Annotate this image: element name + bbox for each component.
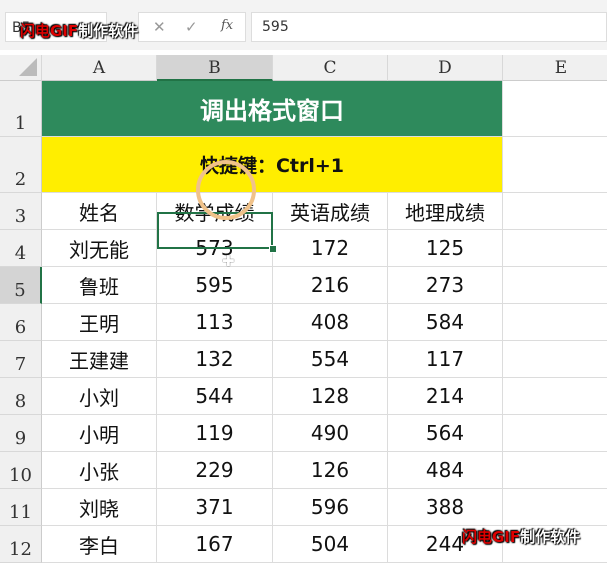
shortcut-cell[interactable]: 快捷键：Ctrl+1 bbox=[42, 137, 503, 193]
data-cell[interactable]: 273 bbox=[388, 267, 503, 304]
data-cell[interactable]: 388 bbox=[388, 489, 503, 526]
watermark-red: 闪电GIF bbox=[462, 528, 521, 546]
data-cell[interactable]: 鲁班 bbox=[42, 267, 157, 304]
row-header-1[interactable]: 1 bbox=[0, 81, 42, 137]
fill-handle[interactable] bbox=[269, 245, 277, 253]
row-header-4[interactable]: 4 bbox=[0, 230, 42, 267]
watermark-bottom: 闪电GIF制作软件 bbox=[462, 526, 580, 547]
watermark-top: 闪电GIF制作软件 bbox=[20, 20, 138, 41]
data-cell[interactable]: 刘晓 bbox=[42, 489, 157, 526]
data-cell[interactable]: 132 bbox=[157, 341, 273, 378]
data-cell[interactable]: 214 bbox=[388, 378, 503, 415]
cell[interactable] bbox=[503, 81, 607, 137]
row-header-5[interactable]: 5 bbox=[0, 267, 42, 304]
data-cell[interactable]: 596 bbox=[273, 489, 388, 526]
column-header-e[interactable]: E bbox=[503, 55, 607, 81]
row-header-10[interactable]: 10 bbox=[0, 452, 42, 489]
data-cell[interactable]: 王明 bbox=[42, 304, 157, 341]
column-header-c[interactable]: C bbox=[273, 55, 388, 81]
cell[interactable] bbox=[503, 193, 607, 230]
cell[interactable] bbox=[503, 415, 607, 452]
select-all-corner[interactable] bbox=[0, 55, 42, 81]
row-header-8[interactable]: 8 bbox=[0, 378, 42, 415]
row-header-12[interactable]: 12 bbox=[0, 526, 42, 563]
data-cell[interactable]: 刘无能 bbox=[42, 230, 157, 267]
data-cell[interactable]: 371 bbox=[157, 489, 273, 526]
formula-buttons: ✕ ✓ fx bbox=[138, 12, 246, 42]
insert-function-icon[interactable]: fx bbox=[221, 18, 233, 33]
data-cell[interactable]: 126 bbox=[273, 452, 388, 489]
data-cell[interactable]: 554 bbox=[273, 341, 388, 378]
click-indicator bbox=[196, 160, 256, 220]
data-cell[interactable]: 167 bbox=[157, 526, 273, 563]
cell[interactable] bbox=[503, 489, 607, 526]
data-cell[interactable]: 216 bbox=[273, 267, 388, 304]
data-cell[interactable]: 117 bbox=[388, 341, 503, 378]
enter-icon[interactable]: ✓ bbox=[185, 18, 198, 36]
data-cell[interactable]: 小张 bbox=[42, 452, 157, 489]
cell[interactable] bbox=[503, 230, 607, 267]
data-cell[interactable]: 595 bbox=[157, 267, 273, 304]
data-cell[interactable]: 172 bbox=[273, 230, 388, 267]
column-header-d[interactable]: D bbox=[388, 55, 503, 81]
cell[interactable] bbox=[503, 304, 607, 341]
watermark-white: 制作软件 bbox=[78, 22, 139, 40]
data-cell[interactable]: 李白 bbox=[42, 526, 157, 563]
row-header-2[interactable]: 2 bbox=[0, 137, 42, 193]
cancel-icon[interactable]: ✕ bbox=[153, 18, 166, 36]
cell[interactable] bbox=[503, 267, 607, 304]
data-cell[interactable]: 王建建 bbox=[42, 341, 157, 378]
header-cell[interactable]: 地理成绩 bbox=[388, 193, 503, 230]
watermark-white: 制作软件 bbox=[520, 528, 581, 546]
row-header-7[interactable]: 7 bbox=[0, 341, 42, 378]
data-cell[interactable]: 小明 bbox=[42, 415, 157, 452]
data-cell[interactable]: 小刘 bbox=[42, 378, 157, 415]
row-header-11[interactable]: 11 bbox=[0, 489, 42, 526]
data-cell[interactable]: 490 bbox=[273, 415, 388, 452]
formula-input[interactable]: 595 bbox=[251, 12, 607, 42]
cell[interactable] bbox=[503, 378, 607, 415]
header-cell[interactable]: 英语成绩 bbox=[273, 193, 388, 230]
cell[interactable] bbox=[503, 452, 607, 489]
header-cell[interactable]: 姓名 bbox=[42, 193, 157, 230]
data-cell[interactable]: 564 bbox=[388, 415, 503, 452]
data-cell[interactable]: 544 bbox=[157, 378, 273, 415]
column-header-b[interactable]: B bbox=[157, 55, 273, 81]
watermark-red: 闪电GIF bbox=[20, 22, 79, 40]
data-cell[interactable]: 128 bbox=[273, 378, 388, 415]
data-cell[interactable]: 119 bbox=[157, 415, 273, 452]
title-cell[interactable]: 调出格式窗口 bbox=[42, 81, 503, 137]
cell[interactable] bbox=[503, 137, 607, 193]
cell[interactable] bbox=[503, 341, 607, 378]
data-cell[interactable]: 484 bbox=[388, 452, 503, 489]
row-header-3[interactable]: 3 bbox=[0, 193, 42, 230]
data-cell[interactable]: 408 bbox=[273, 304, 388, 341]
column-header-a[interactable]: A bbox=[42, 55, 157, 81]
data-cell[interactable]: 229 bbox=[157, 452, 273, 489]
cursor-cross-icon: ✚ bbox=[222, 252, 235, 270]
data-cell[interactable]: 504 bbox=[273, 526, 388, 563]
row-header-6[interactable]: 6 bbox=[0, 304, 42, 341]
data-cell[interactable]: 584 bbox=[388, 304, 503, 341]
row-header-9[interactable]: 9 bbox=[0, 415, 42, 452]
data-cell[interactable]: 113 bbox=[157, 304, 273, 341]
data-cell[interactable]: 125 bbox=[388, 230, 503, 267]
